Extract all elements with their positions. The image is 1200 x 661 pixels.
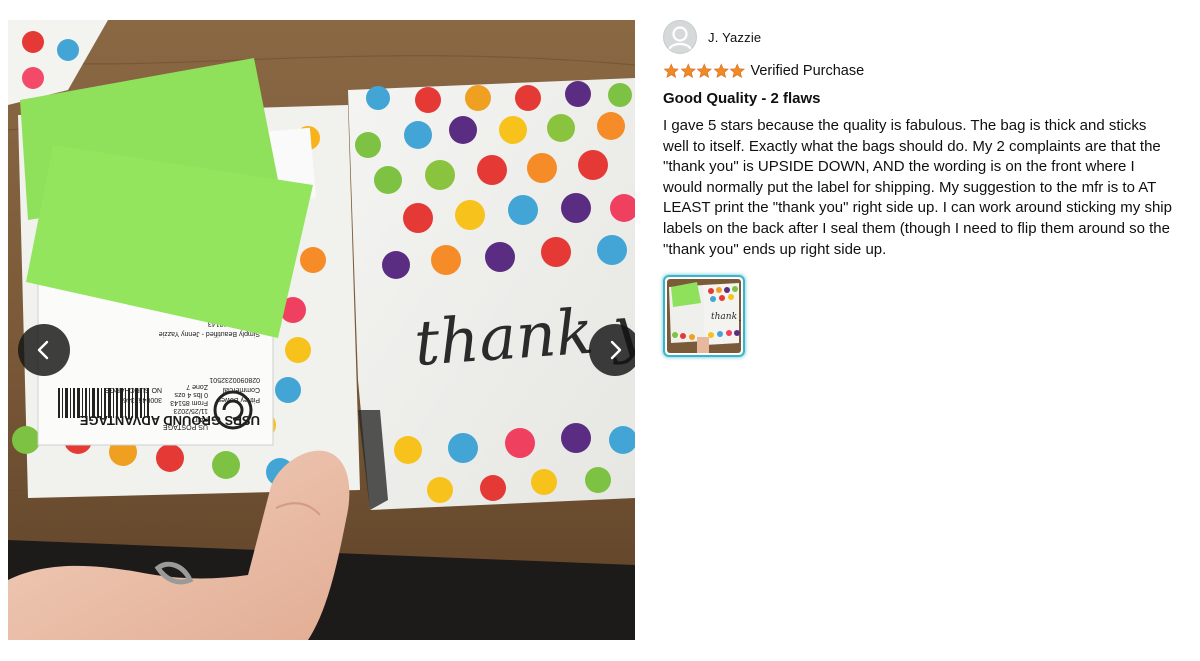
label-date-text: 11/25/2023 bbox=[173, 407, 208, 414]
label-paid-text: PAID bbox=[192, 415, 208, 422]
label-ref-text: 0280900232501 bbox=[209, 376, 260, 383]
star-icon bbox=[729, 63, 745, 78]
label-sender-text: Simply Beautified - Jenny Yazzie bbox=[159, 330, 260, 337]
next-image-button[interactable] bbox=[589, 324, 635, 376]
label-postage-text: US POSTAGE bbox=[163, 423, 208, 430]
reviewer-profile[interactable]: J. Yazzie bbox=[663, 20, 1173, 54]
review-title: Good Quality - 2 flaws bbox=[663, 90, 821, 107]
user-silhouette-icon bbox=[667, 26, 693, 51]
thumbnail-image: thank you bbox=[667, 279, 741, 354]
star-icon bbox=[713, 63, 729, 78]
review-photo-viewer: USPS GROUND ADVANTAGE Pitney Bowes 30004… bbox=[8, 20, 635, 640]
previous-image-button[interactable] bbox=[18, 324, 70, 376]
thumbnail-bag-text: thank you bbox=[711, 312, 741, 322]
star-icon bbox=[680, 63, 696, 78]
label-from-text: From 85143 bbox=[170, 399, 208, 406]
rating-row: Verified Purchase bbox=[663, 62, 1173, 80]
label-weight-text: 0 lbs 4 ozs bbox=[174, 391, 208, 398]
verified-purchase-badge: Verified Purchase bbox=[750, 63, 865, 79]
star-icon bbox=[696, 63, 712, 78]
review-panel: J. Yazzie Verified Purchase Good Quality… bbox=[663, 20, 1173, 358]
chevron-right-icon bbox=[610, 340, 622, 360]
review-body: I gave 5 stars because the quality is fa… bbox=[663, 117, 1172, 258]
chevron-left-icon bbox=[37, 340, 49, 360]
star-icon bbox=[663, 63, 679, 78]
avatar[interactable] bbox=[663, 20, 697, 54]
star-rating[interactable] bbox=[663, 63, 746, 79]
reviewer-name[interactable]: J. Yazzie bbox=[708, 30, 761, 45]
review-image-thumbnail[interactable]: thank you bbox=[663, 275, 745, 358]
review-photo: USPS GROUND ADVANTAGE Pitney Bowes 30004… bbox=[8, 20, 635, 640]
label-zone-text: Zone 7 bbox=[186, 383, 208, 390]
